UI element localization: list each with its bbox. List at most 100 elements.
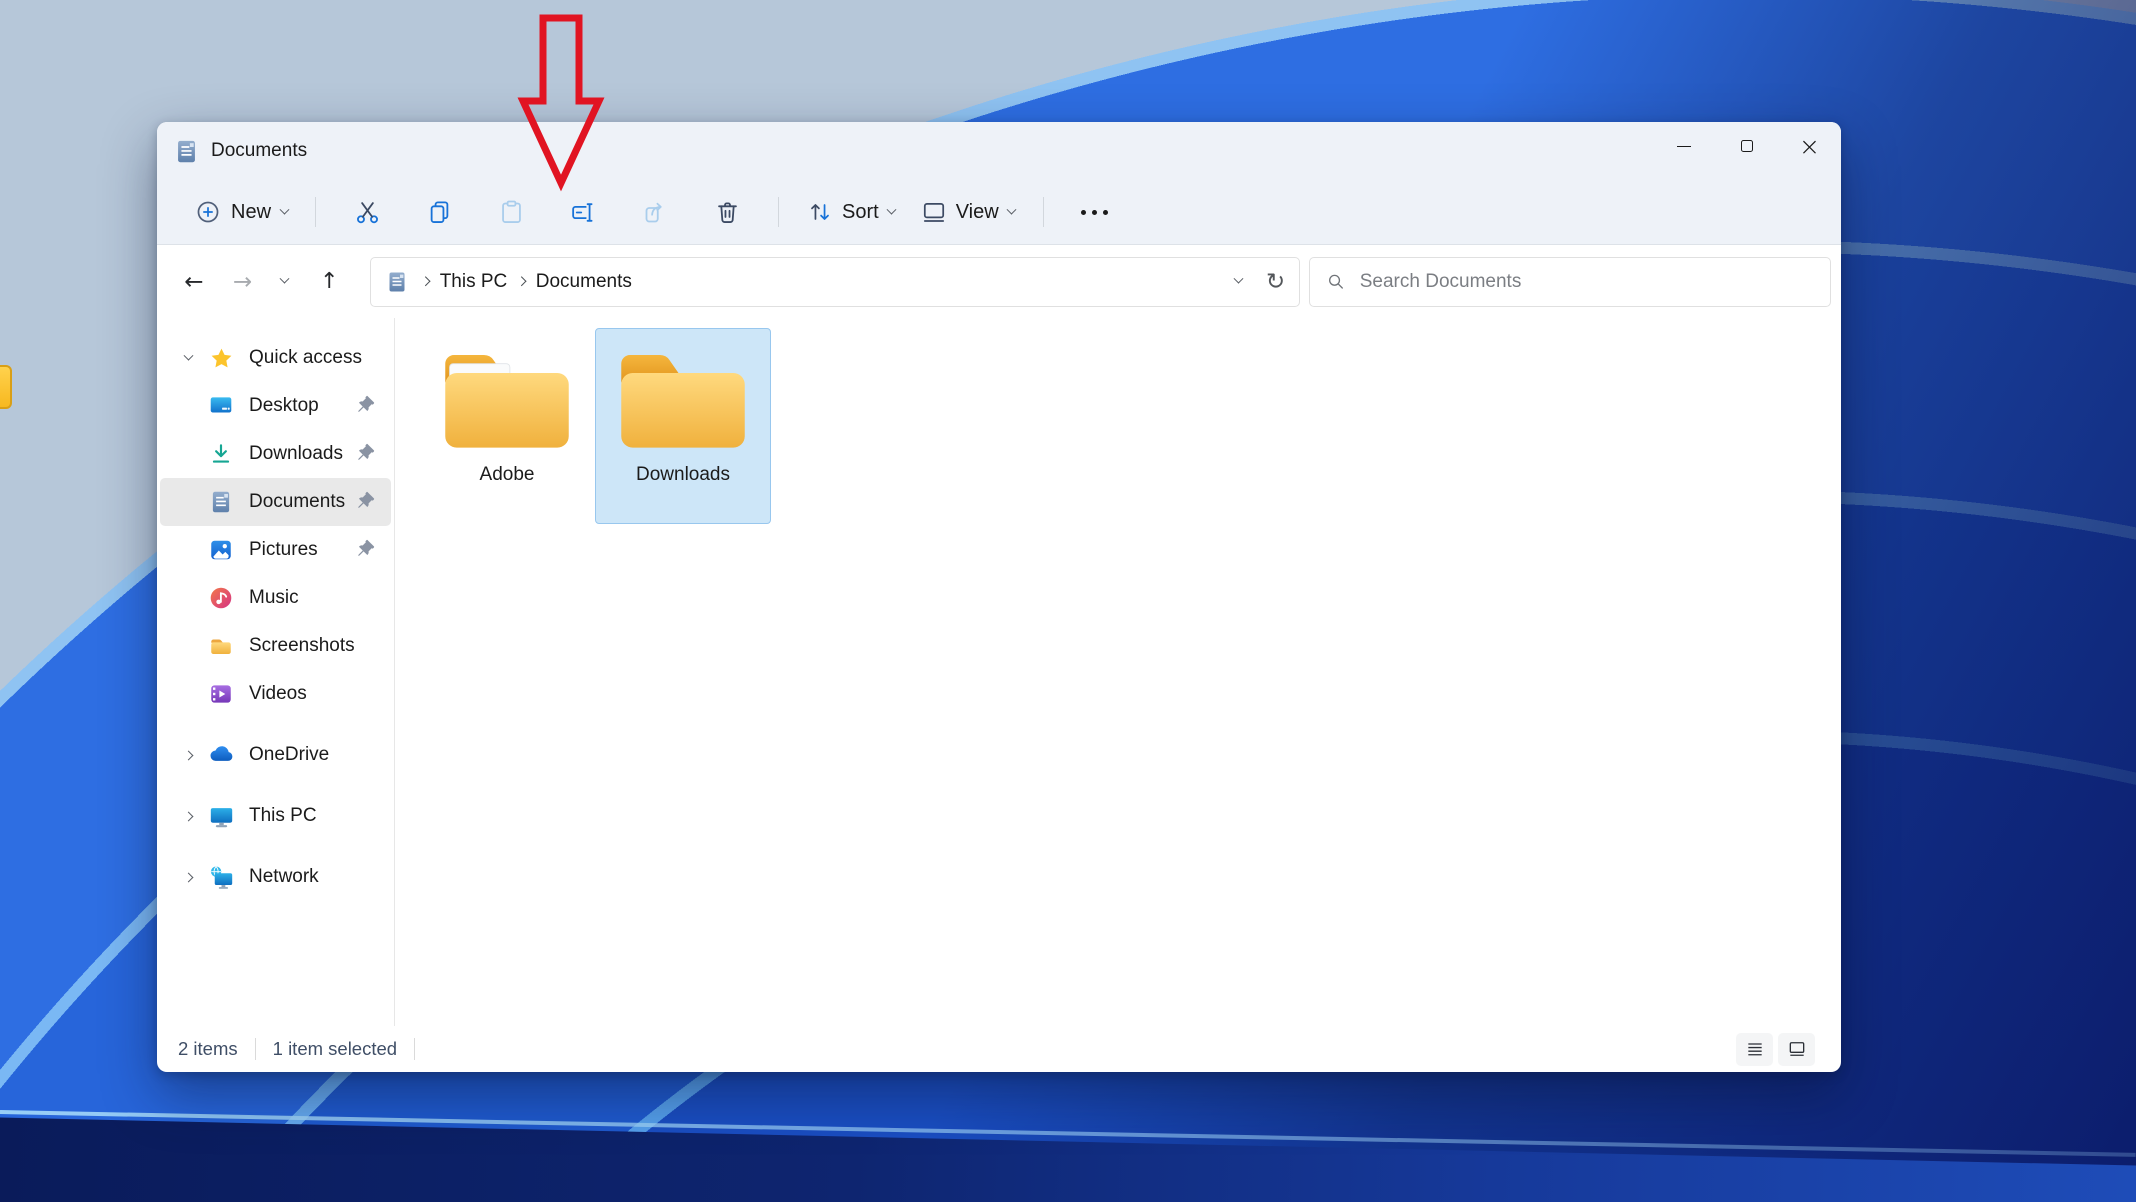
sidebar-item-screenshots[interactable]: Screenshots bbox=[160, 622, 391, 670]
sidebar-item-documents[interactable]: Documents bbox=[160, 478, 391, 526]
address-dropdown-icon[interactable] bbox=[1233, 273, 1244, 284]
sidebar-item-label: Pictures bbox=[249, 539, 318, 560]
share-button[interactable] bbox=[632, 190, 678, 234]
desktop-icon-fragment bbox=[0, 365, 12, 409]
file-list-area[interactable]: Adobe Downloads bbox=[395, 318, 1841, 1026]
sidebar-item-label: Quick access bbox=[249, 347, 362, 368]
thumbnail-view-button[interactable] bbox=[1778, 1032, 1815, 1066]
this-pc-icon bbox=[210, 807, 232, 827]
minimize-button[interactable] bbox=[1652, 122, 1715, 170]
refresh-icon[interactable]: ↻ bbox=[1266, 269, 1285, 295]
pin-icon bbox=[358, 443, 375, 460]
copy-icon bbox=[430, 200, 448, 223]
sidebar-item-label: This PC bbox=[249, 805, 317, 826]
window-chrome: Documents × New Sort View bbox=[157, 122, 1841, 245]
chevron-down-icon bbox=[1006, 204, 1017, 215]
rename-button[interactable] bbox=[560, 190, 606, 234]
folder-icon bbox=[445, 355, 569, 448]
chevron-down-icon bbox=[183, 350, 193, 361]
address-bar-row: ← → ↑ This PC Documents ↻ bbox=[157, 245, 1841, 318]
see-more-button[interactable] bbox=[1072, 190, 1118, 234]
sidebar-item-music[interactable]: Music bbox=[160, 574, 391, 622]
sidebar-item-label: Documents bbox=[249, 491, 346, 512]
desktop-icon bbox=[210, 397, 232, 413]
sidebar-item-label: Network bbox=[249, 866, 319, 887]
sidebar-item-this-pc[interactable]: This PC bbox=[160, 792, 391, 840]
pin-icon bbox=[358, 395, 375, 412]
cut-button[interactable] bbox=[344, 190, 390, 234]
download-arrow-icon bbox=[212, 444, 230, 463]
minimize-icon bbox=[1676, 145, 1691, 147]
sort-button[interactable]: Sort bbox=[796, 190, 906, 234]
sort-icon bbox=[811, 204, 829, 220]
address-bar[interactable]: This PC Documents ↻ bbox=[370, 256, 1301, 307]
sort-label: Sort bbox=[842, 200, 879, 223]
command-bar: New Sort View bbox=[157, 180, 1841, 245]
selection-count: 1 item selected bbox=[272, 1038, 398, 1059]
rename-icon bbox=[571, 202, 593, 222]
paste-button[interactable] bbox=[488, 190, 534, 234]
sidebar-item-label: Screenshots bbox=[249, 635, 355, 656]
file-explorer-window: Documents × New Sort View ← → ↑ This PC … bbox=[157, 122, 1841, 1072]
toolbar-divider bbox=[315, 197, 317, 227]
folder-tile-downloads[interactable]: Downloads bbox=[595, 328, 771, 524]
items-count: 2 items bbox=[178, 1038, 238, 1059]
forward-button[interactable]: → bbox=[221, 261, 265, 303]
sidebar-item-desktop[interactable]: Desktop bbox=[160, 382, 391, 430]
new-button-label: New bbox=[231, 200, 272, 223]
new-button[interactable]: New bbox=[183, 190, 300, 234]
annotation-arrow-icon bbox=[517, 14, 605, 192]
pin-icon bbox=[358, 539, 375, 556]
sidebar-item-onedrive[interactable]: OneDrive bbox=[160, 731, 391, 779]
plus-circle-icon bbox=[197, 201, 219, 223]
sidebar-item-label: Music bbox=[249, 587, 299, 608]
delete-button[interactable] bbox=[704, 190, 750, 234]
search-box[interactable] bbox=[1309, 256, 1832, 307]
copy-button[interactable] bbox=[416, 190, 462, 234]
folder-tile-adobe[interactable]: Adobe bbox=[419, 328, 595, 524]
sidebar-item-quick-access[interactable]: Quick access bbox=[160, 334, 391, 382]
forward-icon: → bbox=[233, 268, 253, 295]
documents-icon bbox=[178, 140, 195, 162]
sidebar-item-label: Downloads bbox=[249, 443, 343, 464]
paste-icon bbox=[501, 200, 521, 223]
star-icon bbox=[211, 348, 231, 367]
breadcrumb-documents[interactable]: Documents bbox=[536, 271, 632, 293]
more-icon bbox=[1081, 209, 1109, 215]
onedrive-icon bbox=[210, 745, 232, 761]
maximize-button[interactable] bbox=[1715, 122, 1778, 170]
sidebar-item-downloads[interactable]: Downloads bbox=[160, 430, 391, 478]
close-button[interactable]: × bbox=[1778, 122, 1841, 170]
view-button[interactable]: View bbox=[910, 190, 1026, 234]
titlebar[interactable]: Documents × bbox=[157, 122, 1841, 180]
network-icon bbox=[210, 865, 232, 889]
pin-icon bbox=[358, 491, 375, 508]
toolbar-divider bbox=[1042, 197, 1044, 227]
sidebar-item-videos[interactable]: Videos bbox=[160, 670, 391, 718]
up-button[interactable]: ↑ bbox=[304, 261, 354, 303]
sidebar-item-network[interactable]: Network bbox=[160, 853, 391, 901]
chevron-right-icon bbox=[183, 872, 193, 882]
view-icon bbox=[923, 203, 944, 222]
recent-locations-button[interactable] bbox=[265, 261, 305, 303]
status-bar: 2 items 1 item selected bbox=[157, 1026, 1841, 1072]
details-view-button[interactable] bbox=[1736, 1032, 1773, 1066]
sidebar-item-pictures[interactable]: Pictures bbox=[160, 526, 391, 574]
status-divider bbox=[414, 1038, 416, 1060]
toolbar-divider bbox=[778, 197, 780, 227]
breadcrumb-this-pc[interactable]: This PC bbox=[440, 271, 508, 293]
search-input[interactable] bbox=[1359, 270, 1815, 293]
delete-icon bbox=[717, 201, 737, 223]
documents-icon bbox=[212, 491, 230, 513]
folder-icon bbox=[211, 639, 231, 655]
videos-icon bbox=[211, 685, 231, 703]
music-icon bbox=[210, 587, 232, 609]
close-icon: × bbox=[1799, 131, 1820, 161]
folder-icon bbox=[621, 355, 745, 448]
sidebar-item-label: Videos bbox=[249, 683, 307, 704]
back-button[interactable]: ← bbox=[167, 261, 221, 303]
cut-icon bbox=[356, 201, 378, 223]
navigation-pane: Quick access Desktop Downloads Documents… bbox=[157, 318, 395, 1026]
view-label: View bbox=[955, 200, 999, 223]
folder-name: Adobe bbox=[479, 464, 535, 485]
